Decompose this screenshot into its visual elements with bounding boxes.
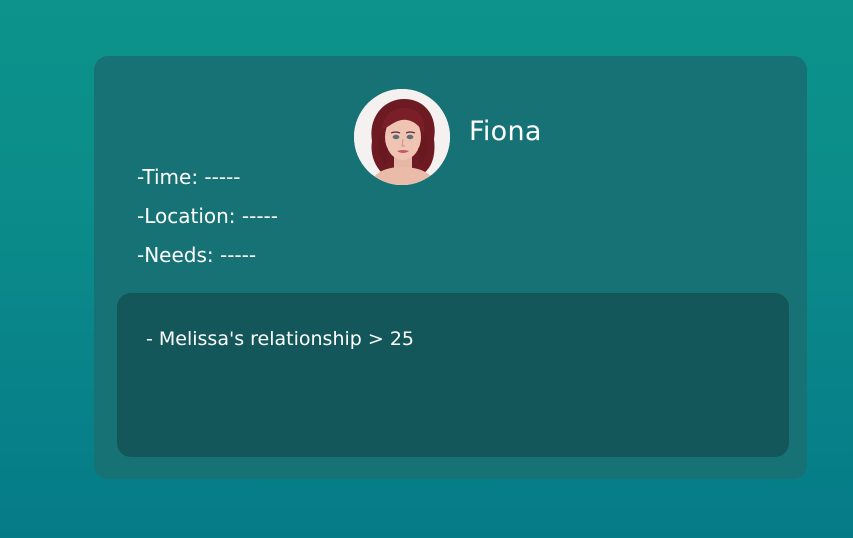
requirement-item: - Melissa's relationship > 25 bbox=[146, 328, 414, 350]
needs-value: ----- bbox=[220, 243, 257, 267]
character-card: Fiona -Time: ----- -Location: ----- -Nee… bbox=[94, 56, 807, 479]
character-portrait-icon bbox=[354, 89, 450, 185]
needs-info: -Needs: ----- bbox=[137, 243, 256, 267]
location-value: ----- bbox=[241, 204, 278, 228]
requirements-box: - Melissa's relationship > 25 bbox=[117, 293, 789, 457]
character-name: Fiona bbox=[469, 116, 542, 147]
location-info: -Location: ----- bbox=[137, 204, 278, 228]
time-info: -Time: ----- bbox=[137, 165, 241, 189]
time-value: ----- bbox=[204, 165, 241, 189]
needs-label: -Needs: bbox=[137, 243, 220, 267]
time-label: -Time: bbox=[137, 165, 205, 189]
location-label: -Location: bbox=[137, 204, 242, 228]
